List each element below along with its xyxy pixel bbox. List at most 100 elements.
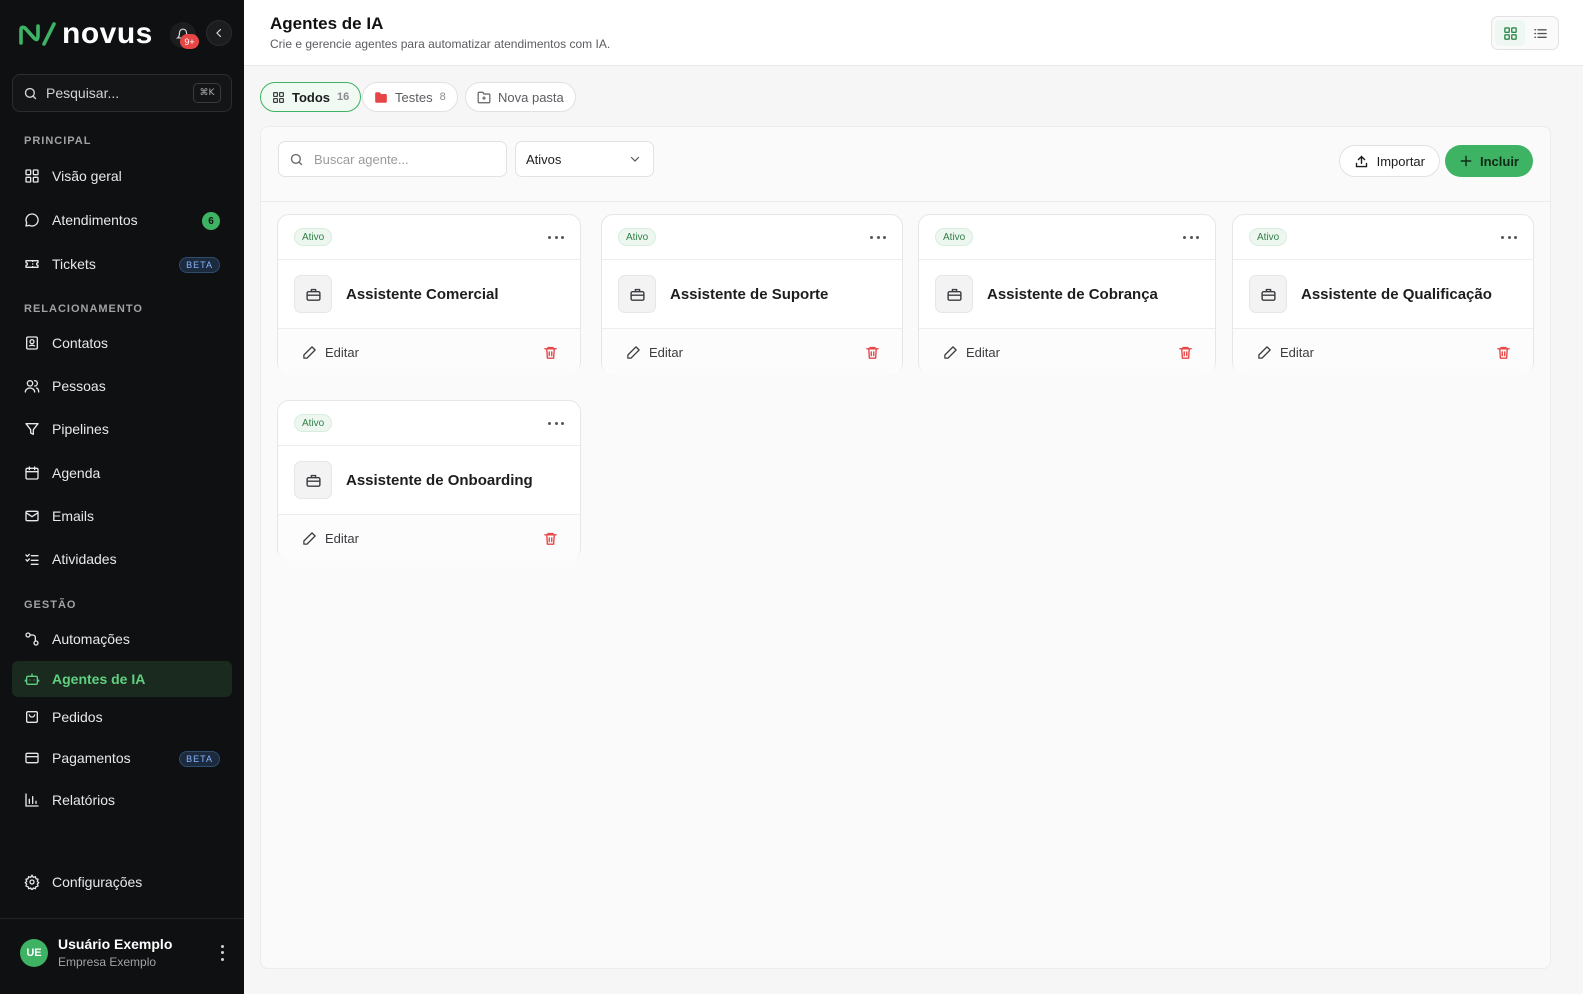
sidebar-item-label: Atividades — [52, 551, 117, 567]
status-badge: Ativo — [294, 228, 333, 246]
edit-label: Editar — [649, 344, 683, 360]
agent-search-input[interactable]: Buscar agente... — [278, 141, 507, 177]
beta-badge: BETA — [179, 751, 220, 767]
edit-button[interactable]: Editar — [302, 345, 359, 360]
more-options-icon[interactable] — [546, 415, 566, 431]
contact-icon — [24, 335, 40, 351]
card-footer: Editar — [1233, 329, 1533, 375]
grid-view-button[interactable] — [1495, 20, 1525, 46]
folder-icon — [374, 91, 388, 104]
bot-icon — [294, 275, 332, 313]
agent-card[interactable]: Ativo Assistente Comercial Editar — [277, 214, 581, 375]
search-shortcut: ⌘K — [193, 83, 221, 103]
agent-card[interactable]: Ativo Assistente de Onboarding Editar — [277, 400, 581, 561]
edit-label: Editar — [1280, 344, 1314, 360]
agent-name: Assistente de Suporte — [670, 285, 829, 303]
sidebar-item-pedidos[interactable]: Pedidos — [12, 699, 232, 735]
notifications-badge: 9+ — [180, 34, 199, 49]
more-options-icon[interactable] — [1499, 229, 1519, 245]
edit-button[interactable]: Editar — [302, 531, 359, 546]
delete-button[interactable] — [543, 531, 558, 546]
collapse-sidebar-button[interactable] — [206, 20, 232, 46]
user-info: Usuário Exemplo Empresa Exemplo — [58, 936, 214, 969]
card-body: Assistente de Cobrança — [919, 260, 1215, 329]
sidebar-item-visao-geral[interactable]: Visão geral — [12, 158, 232, 194]
delete-button[interactable] — [543, 345, 558, 360]
tab-testes[interactable]: Testes 8 — [362, 82, 458, 112]
tab-label: Testes — [395, 89, 433, 105]
bar-chart-icon — [24, 792, 40, 808]
status-filter-value: Ativos — [526, 151, 562, 167]
brand[interactable]: novus — [18, 17, 153, 50]
list-view-button[interactable] — [1525, 20, 1555, 46]
bot-icon — [294, 461, 332, 499]
agent-name: Assistente Comercial — [346, 285, 499, 303]
delete-button[interactable] — [1496, 345, 1511, 360]
sidebar-item-relatorios[interactable]: Relatórios — [12, 782, 232, 818]
global-search[interactable]: Pesquisar... ⌘K — [12, 74, 232, 112]
section-label-gestao: GESTÃO — [24, 599, 77, 611]
edit-button[interactable]: Editar — [943, 345, 1000, 360]
sidebar-item-atividades[interactable]: Atividades — [12, 541, 232, 577]
import-button[interactable]: Importar — [1338, 145, 1440, 177]
edit-button[interactable]: Editar — [626, 345, 683, 360]
status-badge: Ativo — [935, 228, 974, 246]
sidebar-item-atendimentos[interactable]: Atendimentos 6 — [12, 202, 232, 238]
sidebar-item-label: Atendimentos — [52, 212, 138, 228]
people-icon — [24, 378, 40, 394]
bag-icon — [24, 709, 40, 725]
sidebar-item-tickets[interactable]: Tickets BETA — [12, 246, 232, 282]
sidebar-item-automacoes[interactable]: Automações — [12, 621, 232, 657]
edit-button[interactable]: Editar — [1257, 345, 1314, 360]
agent-card[interactable]: Ativo Assistente de Cobrança Editar — [918, 214, 1216, 375]
card-icon — [24, 750, 40, 766]
sidebar-item-pipelines[interactable]: Pipelines — [12, 411, 232, 447]
sidebar-item-label: Agentes de IA — [52, 671, 146, 687]
tab-label: Nova pasta — [498, 89, 564, 105]
page-title: Agentes de IA — [270, 14, 384, 33]
grid-icon — [24, 168, 40, 184]
more-options-icon[interactable] — [1181, 229, 1201, 245]
status-filter-select[interactable]: Ativos — [515, 141, 654, 177]
sidebar-item-emails[interactable]: Emails — [12, 498, 232, 534]
bot-icon — [935, 275, 973, 313]
sidebar-item-label: Configurações — [52, 874, 143, 890]
card-footer: Editar — [278, 515, 580, 561]
sidebar-item-agentes-de-ia[interactable]: Agentes de IA — [12, 661, 232, 697]
more-options-icon[interactable] — [546, 229, 566, 245]
tab-todos[interactable]: Todos 16 — [260, 82, 362, 112]
user-company: Empresa Exemplo — [58, 955, 157, 969]
card-body: Assistente de Suporte — [602, 260, 902, 329]
sidebar-item-pagamentos[interactable]: Pagamentos BETA — [12, 740, 232, 776]
more-options-icon[interactable] — [868, 229, 888, 245]
tab-nova-pasta[interactable]: Nova pasta — [465, 82, 576, 112]
card-header: Ativo — [278, 401, 580, 446]
user-menu-icon[interactable] — [214, 942, 230, 964]
sidebar-item-pessoas[interactable]: Pessoas — [12, 368, 232, 404]
card-body: Assistente de Onboarding — [278, 446, 580, 515]
status-badge: Ativo — [294, 414, 333, 432]
user-profile[interactable]: UE Usuário Exemplo Empresa Exemplo — [20, 936, 230, 969]
bot-icon — [1249, 275, 1287, 313]
sidebar-item-label: Visão geral — [52, 168, 122, 184]
brand-name: novus — [62, 17, 153, 50]
section-label-relacionamento: RELACIONAMENTO — [24, 303, 143, 315]
section-label-principal: PRINCIPAL — [24, 135, 92, 147]
toolbar: Buscar agente... Ativos Importar Incluir — [261, 127, 1550, 202]
edit-label: Editar — [325, 530, 359, 546]
search-icon — [24, 87, 37, 99]
chat-icon — [24, 212, 40, 228]
agent-card[interactable]: Ativo Assistente de Suporte Editar — [601, 214, 903, 375]
sidebar-item-configuracoes[interactable]: Configurações — [12, 864, 232, 900]
agent-card[interactable]: Ativo Assistente de Qualificação Editar — [1232, 214, 1534, 375]
calendar-icon — [24, 465, 40, 481]
trash-icon — [1497, 346, 1510, 359]
chevron-down-icon — [630, 156, 640, 162]
bot-icon — [618, 275, 656, 313]
edit-label: Editar — [966, 344, 1000, 360]
sidebar-item-contatos[interactable]: Contatos — [12, 325, 232, 361]
delete-button[interactable] — [1178, 345, 1193, 360]
sidebar-item-agenda[interactable]: Agenda — [12, 455, 232, 491]
delete-button[interactable] — [865, 345, 880, 360]
include-button[interactable]: Incluir — [1444, 145, 1533, 177]
